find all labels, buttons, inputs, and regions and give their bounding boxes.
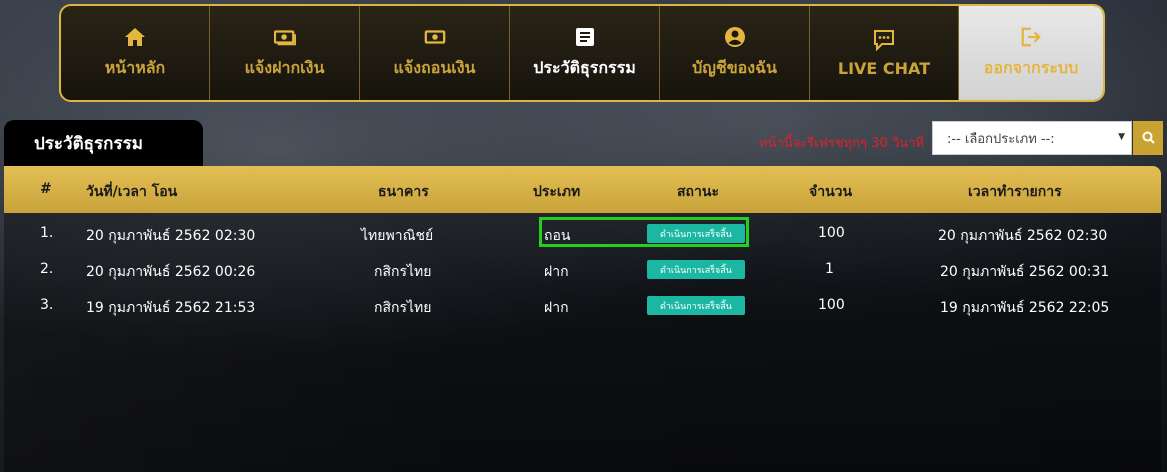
- table-row: 2. 20 กุมภาพันธ์ 2562 00:26 กสิกรไทย ฝาก…: [4, 252, 1161, 288]
- row-bank: กสิกรไทย: [374, 264, 432, 280]
- nav-logout-label: ออกจากระบบ: [983, 57, 1079, 77]
- row-amount: 1: [825, 261, 834, 277]
- nav-logout[interactable]: ออกจากระบบ: [959, 6, 1103, 100]
- header-processed-time: เวลาทำรายการ: [968, 184, 1062, 200]
- user-icon: [724, 26, 746, 48]
- row-type: ฝาก: [544, 300, 569, 316]
- section-title-tab: ประวัติธุรกรรม: [4, 120, 203, 166]
- nav-home-label: หน้าหลัก: [104, 57, 166, 77]
- row-datetime: 20 กุมภาพันธ์ 2562 00:26: [86, 264, 256, 280]
- row-amount: 100: [818, 225, 845, 241]
- header-datetime: วันที่/เวลา โอน: [86, 184, 178, 200]
- nav-history[interactable]: ประวัติธุรกรรม: [510, 6, 660, 100]
- header-number: #: [40, 181, 52, 197]
- nav-live-chat[interactable]: LIVE CHAT: [810, 6, 959, 100]
- table-header: # วันที่/เวลา โอน ธนาคาร ประเภท สถานะ จำ…: [4, 166, 1161, 213]
- nav-deposit[interactable]: แจ้งฝากเงิน: [210, 6, 360, 100]
- table-row: 1. 20 กุมภาพันธ์ 2562 02:30 ไทยพาณิชย์ ถ…: [4, 216, 1161, 252]
- main-nav: หน้าหลัก แจ้งฝากเงิน แจ้งถอนเงิน ประวัติ…: [59, 4, 1105, 102]
- row-bank: ไทยพาณิชย์: [361, 228, 434, 244]
- nav-account-label: บัญชีของฉัน: [692, 57, 777, 77]
- status-badge: ดำเนินการเสร็จสิ้น: [647, 296, 745, 315]
- row-amount: 100: [818, 297, 845, 313]
- refresh-note: หน้านี้จะรีเฟรชทุกๆ 30 วินาที: [759, 136, 924, 151]
- nav-live-chat-label: LIVE CHAT: [837, 58, 931, 78]
- table-row: 3. 19 กุมภาพันธ์ 2562 21:53 กสิกรไทย ฝาก…: [4, 288, 1161, 324]
- row-bank: กสิกรไทย: [374, 300, 432, 316]
- header-bank: ธนาคาร: [378, 184, 429, 200]
- chat-icon: [873, 29, 895, 51]
- page-title: ประวัติธุรกรรม: [34, 133, 143, 154]
- nav-history-label: ประวัติธุรกรรม: [533, 57, 636, 77]
- search-button[interactable]: [1133, 121, 1163, 155]
- header-type: ประเภท: [533, 184, 581, 200]
- row-number: 3.: [40, 297, 54, 313]
- money-icon: [424, 26, 446, 48]
- transaction-table: # วันที่/เวลา โอน ธนาคาร ประเภท สถานะ จำ…: [4, 166, 1161, 472]
- document-icon: [574, 26, 596, 48]
- header-status: สถานะ: [677, 184, 719, 200]
- chevron-down-icon: ▼: [1118, 132, 1125, 142]
- row-type: ฝาก: [544, 264, 569, 280]
- row-type: ถอน: [544, 228, 571, 244]
- home-icon: [124, 26, 146, 48]
- money-icon: [273, 26, 296, 48]
- row-datetime: 19 กุมภาพันธ์ 2562 21:53: [86, 300, 256, 316]
- row-processed-time: 19 กุมภาพันธ์ 2562 22:05: [940, 300, 1110, 316]
- row-number: 1.: [40, 225, 54, 241]
- status-badge: ดำเนินการเสร็จสิ้น: [647, 260, 745, 279]
- logout-icon: [1020, 26, 1042, 48]
- nav-withdraw[interactable]: แจ้งถอนเงิน: [360, 6, 510, 100]
- nav-account[interactable]: บัญชีของฉัน: [660, 6, 810, 100]
- type-filter-select[interactable]: :-- เลือกประเภท --: ▼: [932, 121, 1132, 155]
- search-icon: [1142, 129, 1155, 148]
- nav-withdraw-label: แจ้งถอนเงิน: [393, 57, 476, 77]
- type-filter-value: :-- เลือกประเภท --:: [947, 131, 1055, 147]
- row-processed-time: 20 กุมภาพันธ์ 2562 00:31: [940, 264, 1110, 280]
- row-processed-time: 20 กุมภาพันธ์ 2562 02:30: [938, 228, 1108, 244]
- status-badge: ดำเนินการเสร็จสิ้น: [647, 224, 745, 243]
- nav-deposit-label: แจ้งฝากเงิน: [244, 57, 325, 77]
- nav-home[interactable]: หน้าหลัก: [61, 6, 210, 100]
- row-number: 2.: [40, 261, 54, 277]
- header-amount: จำนวน: [809, 184, 853, 200]
- row-datetime: 20 กุมภาพันธ์ 2562 02:30: [86, 228, 256, 244]
